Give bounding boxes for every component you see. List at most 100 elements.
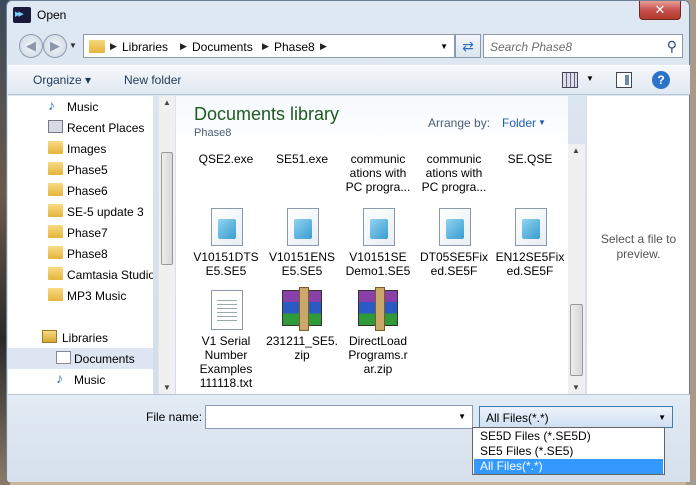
breadcrumb-phase8[interactable]: Phase8 — [274, 40, 315, 54]
nav-item-recent-places[interactable]: Recent Places — [8, 117, 153, 138]
file-name-line: ar.zip — [363, 362, 393, 376]
window-title: Open — [37, 8, 67, 22]
file-item[interactable]: V10151SE Demo1.SE5 — [340, 250, 416, 278]
scrollbar-thumb[interactable] — [161, 152, 173, 265]
file-name-line: Examples — [199, 362, 253, 376]
preview-message-line: preview. — [616, 247, 661, 261]
breadcrumb-documents[interactable]: Documents — [192, 40, 253, 54]
chevron-down-icon[interactable]: ▼ — [458, 412, 466, 421]
nav-item-libraries[interactable]: Libraries — [8, 327, 153, 348]
file-name: SE.QSE — [507, 152, 553, 166]
file-name-line: DirectLoad — [348, 334, 408, 348]
nav-item-mp3-music[interactable]: MP3 Music — [8, 285, 153, 306]
file-type-option-se5[interactable]: SE5 Files (*.SE5) — [474, 444, 663, 459]
folder-icon — [48, 225, 63, 238]
forward-button[interactable]: ▶ — [43, 34, 67, 58]
nav-item-phase8[interactable]: Phase8 — [8, 243, 153, 264]
search-input[interactable]: Search Phase8 ⚲ — [483, 34, 683, 58]
library-header: Documents library Phase8 Arrange by: Fol… — [176, 96, 568, 146]
scroll-down-icon[interactable]: ▼ — [163, 383, 171, 392]
file-item[interactable]: communic ations with PC progra... — [340, 152, 416, 194]
file-name-input[interactable]: ▼ — [205, 405, 473, 429]
file-list-scrollbar[interactable]: ▲ ▼ — [568, 144, 585, 394]
nav-item-label: Images — [67, 142, 107, 156]
file-item[interactable]: V10151DTS E5.SE5 — [188, 250, 264, 278]
nav-item-phase7[interactable]: Phase7 — [8, 222, 153, 243]
chevron-right-icon[interactable]: ▶ — [262, 41, 269, 52]
folder-icon — [48, 204, 63, 217]
libraries-icon — [42, 330, 57, 343]
file-item[interactable]: EN12SE5Fix ed.SE5F — [492, 250, 568, 278]
file-name-line: 231211_SE5. — [266, 334, 338, 348]
navigation-pane: ♪ Music Recent Places Images Phase5 Phas… — [8, 96, 153, 394]
nav-item-label: Phase6 — [67, 184, 108, 198]
file-name-line: V10151SE — [349, 250, 407, 264]
file-item[interactable]: SE51.exe — [264, 152, 340, 166]
text-file-icon — [211, 290, 243, 330]
nav-item-music-library[interactable]: ♪ Music — [8, 369, 153, 390]
file-type-option-se5d[interactable]: SE5D Files (*.SE5D) — [474, 429, 663, 444]
music-icon: ♪ — [56, 370, 63, 386]
file-item[interactable]: DT05SE5Fix ed.SE5F — [416, 250, 492, 278]
nav-item-phase6[interactable]: Phase6 — [8, 180, 153, 201]
file-item[interactable]: V10151ENS E5.SE5 — [264, 250, 340, 278]
address-bar[interactable]: ▶ Libraries ▶ Documents ▶ Phase8 ▶ ▼ — [83, 34, 455, 58]
view-options-dropdown-icon[interactable]: ▼ — [586, 74, 594, 83]
arrange-by-dropdown[interactable]: Folder — [502, 116, 536, 130]
file-type-dropdown-list: SE5D Files (*.SE5D) SE5 Files (*.SE5) Al… — [472, 427, 665, 475]
preview-message-line: Select a file to — [600, 232, 677, 246]
organize-button[interactable]: Organize ▾ — [33, 73, 91, 87]
scroll-up-icon[interactable]: ▲ — [572, 146, 580, 155]
file-name-line: V10151ENS — [268, 250, 336, 264]
chevron-down-icon[interactable]: ▼ — [538, 118, 546, 127]
file-item[interactable]: QSE2.exe — [188, 152, 264, 166]
help-icon[interactable]: ? — [652, 71, 670, 89]
file-item[interactable]: DirectLoad Programs.r ar.zip — [340, 334, 416, 376]
chevron-right-icon[interactable]: ▶ — [110, 41, 117, 52]
file-item[interactable]: V1 Serial Number Examples 111118.txt — [188, 334, 264, 390]
address-dropdown-icon[interactable]: ▼ — [440, 42, 448, 51]
nav-item-camtasia-studio[interactable]: Camtasia Studio — [8, 264, 153, 285]
back-button[interactable]: ◀ — [19, 34, 43, 58]
nav-item-label: MP3 Music — [67, 289, 127, 303]
nav-item-label: SE-5 update 3 — [67, 205, 144, 219]
nav-item-label: Phase7 — [67, 226, 108, 240]
chevron-down-icon[interactable]: ▼ — [658, 413, 666, 422]
scrollbar-thumb[interactable] — [570, 304, 583, 376]
file-list-pane: Documents library Phase8 Arrange by: Fol… — [176, 96, 568, 394]
file-type-select[interactable]: All Files(*.*) ▼ — [479, 406, 673, 428]
file-name: QSE2.exe — [198, 152, 254, 166]
document-icon — [287, 208, 319, 246]
recent-places-icon — [48, 120, 63, 133]
change-view-icon[interactable] — [562, 72, 578, 88]
nav-item-documents[interactable]: Documents — [8, 348, 153, 369]
preview-pane-icon[interactable] — [616, 72, 632, 88]
file-item[interactable]: 231211_SE5. zip — [264, 334, 340, 362]
scroll-up-icon[interactable]: ▲ — [163, 98, 171, 107]
navigation-scrollbar[interactable]: ▲ ▼ — [158, 96, 175, 394]
file-name-line: V1 Serial — [201, 334, 251, 348]
file-name-line: Number — [204, 348, 248, 362]
scroll-down-icon[interactable]: ▼ — [572, 383, 580, 392]
chevron-right-icon[interactable]: ▶ — [180, 41, 187, 52]
title-bar: Open ✕ — [7, 1, 689, 29]
file-name-line: EN12SE5Fix — [495, 250, 565, 264]
recent-pages-dropdown-icon[interactable]: ▼ — [69, 41, 77, 50]
breadcrumb-libraries[interactable]: Libraries — [122, 40, 168, 54]
close-button[interactable]: ✕ — [639, 1, 681, 20]
nav-item-se5-update-3[interactable]: SE-5 update 3 — [8, 201, 153, 222]
chevron-right-icon[interactable]: ▶ — [320, 41, 327, 52]
folder-icon — [48, 162, 63, 175]
file-type-option-all[interactable]: All Files(*.*) — [474, 459, 663, 474]
open-dialog: Open ✕ ◀ ▶ ▼ ▶ Libraries ▶ Documents ▶ P… — [6, 0, 690, 482]
new-folder-button[interactable]: New folder — [124, 73, 181, 87]
search-icon[interactable]: ⚲ — [667, 38, 677, 55]
nav-item-label: Libraries — [62, 331, 109, 345]
nav-item-music[interactable]: ♪ Music — [8, 96, 153, 117]
file-item[interactable]: SE.QSE — [492, 152, 568, 166]
nav-item-phase5[interactable]: Phase5 — [8, 159, 153, 180]
refresh-button[interactable]: ⇄ — [455, 34, 481, 58]
file-item[interactable]: communic ations with PC progra... — [416, 152, 492, 194]
document-icon — [211, 208, 243, 246]
nav-item-images[interactable]: Images — [8, 138, 153, 159]
